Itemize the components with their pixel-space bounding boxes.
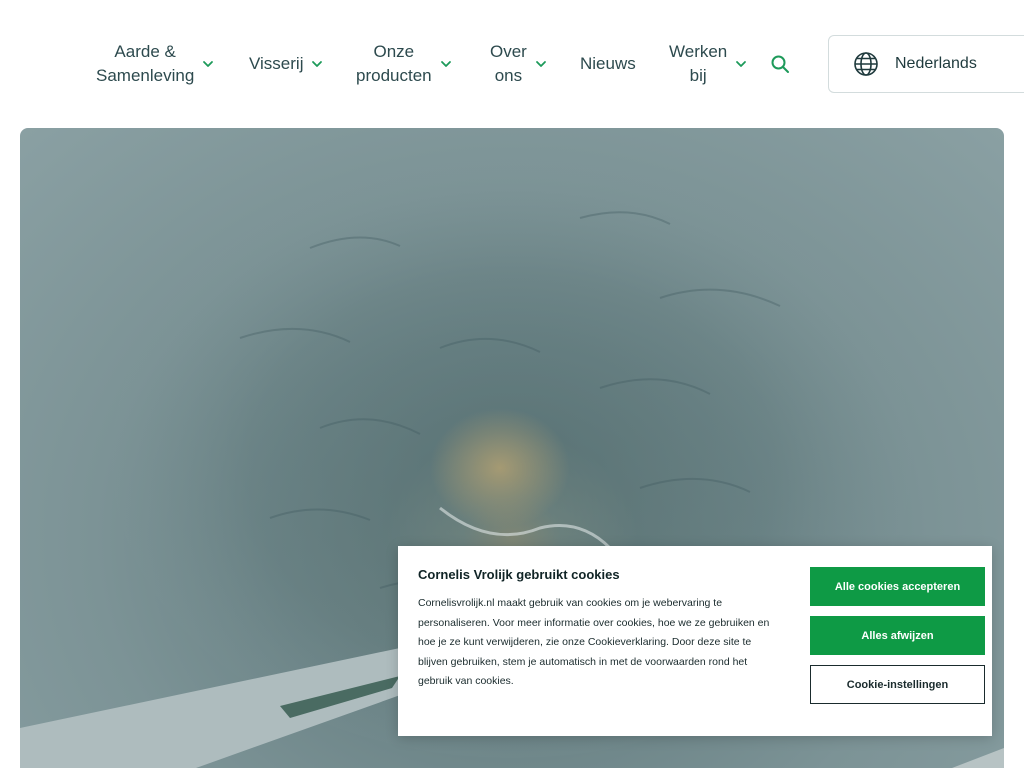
chevron-down-icon [312, 61, 323, 67]
nav-label-line: Aarde & [114, 42, 176, 61]
nav-item-label: Nieuws [580, 54, 636, 73]
nav-label-line: ons [494, 66, 523, 85]
nav-item-visserij[interactable]: Visserij [249, 52, 323, 76]
nav-label-line: Werken [669, 42, 728, 61]
nav-item-aarde-samenleving[interactable]: Aarde & Samenleving [96, 40, 214, 88]
nav-item-label: Onze producten [356, 40, 432, 88]
chevron-down-icon [535, 61, 546, 67]
language-label: Nederlands [895, 55, 977, 72]
cookie-consent-dialog: Cornelis Vrolijk gebruikt cookies Cornel… [398, 546, 992, 736]
nav-item-nieuws[interactable]: Nieuws [580, 52, 636, 76]
nav-item-label: Visserij [249, 54, 304, 73]
nav-item-over-ons[interactable]: Over ons [490, 40, 547, 88]
site-header: Aarde & Samenleving Visserij Onze produc… [0, 0, 1024, 128]
nav-item-label: Werken bij [669, 40, 727, 88]
cookie-dialog-text: Cornelisvrolijk.nl maakt gebruik van coo… [418, 597, 770, 688]
nav-item-label: Aarde & Samenleving [96, 40, 194, 88]
cookie-dialog-title: Cornelis Vrolijk gebruikt cookies [418, 567, 620, 582]
globe-icon [854, 52, 878, 76]
nav-item-werken-bij[interactable]: Werken bij [669, 40, 747, 88]
search-icon[interactable] [768, 52, 792, 76]
cookie-settings-button[interactable]: Cookie-instellingen [810, 665, 985, 704]
language-selector[interactable]: Nederlands [828, 35, 1024, 93]
chevron-down-icon [440, 61, 451, 67]
nav-label-line: Over [490, 42, 527, 61]
nav-item-onze-producten[interactable]: Onze producten [356, 40, 452, 88]
nav-label-line: Onze [373, 42, 415, 61]
nav-label-line: Samenleving [96, 66, 195, 85]
chevron-down-icon [203, 61, 214, 67]
chevron-down-icon [736, 61, 747, 67]
nav-item-label: Over ons [490, 40, 527, 88]
accept-all-cookies-button[interactable]: Alle cookies accepteren [810, 567, 985, 606]
nav-label-line: bij [689, 66, 707, 85]
nav-label-line: producten [356, 66, 432, 85]
reject-all-cookies-button[interactable]: Alles afwijzen [810, 616, 985, 655]
